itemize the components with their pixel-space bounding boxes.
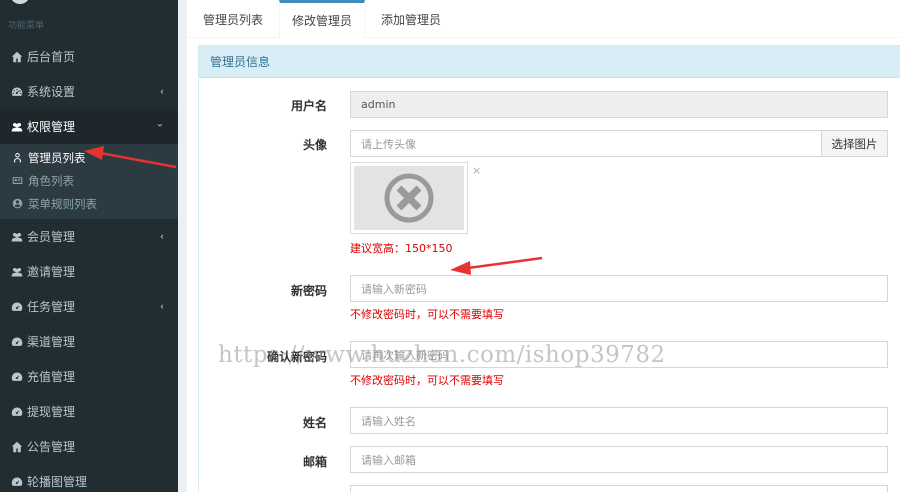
confirm-password-input[interactable]: 请再次输入新密码 xyxy=(350,341,888,368)
sidebar-item-label: 提现管理 xyxy=(27,405,76,419)
username-field[interactable]: admin xyxy=(350,91,888,118)
main-panel: 管理员列表 修改管理员 添加管理员 管理员信息 用户名 admin 头像 请上传… xyxy=(187,0,900,492)
email-label: 邮箱 xyxy=(302,455,327,469)
sidebar: 功能菜单 后台首页 系统设置 ‹ 权限管理 ⌄ 管理员列表 角色列表 菜单规则列… xyxy=(0,0,178,492)
sidebar-subitem-admin-list[interactable]: 管理员列表 xyxy=(0,146,178,169)
sidebar-item-label: 渠道管理 xyxy=(27,335,76,349)
name-placeholder: 请输入姓名 xyxy=(361,414,416,428)
avatar-thumbnail xyxy=(350,162,468,234)
sidebar-subitem-label: 菜单规则列表 xyxy=(28,196,97,211)
remove-avatar-icon[interactable]: × xyxy=(472,164,481,177)
choose-image-button[interactable]: 选择图片 xyxy=(821,130,888,157)
placeholder-image xyxy=(354,166,464,230)
sidebar-item-label: 邀请管理 xyxy=(27,265,76,279)
sidebar-subitem-menu-rules[interactable]: 菜单规则列表 xyxy=(0,192,178,215)
sidebar-item-tasks[interactable]: 任务管理 ‹ xyxy=(0,289,178,324)
new-password-label: 新密码 xyxy=(290,284,327,298)
chevron-left-icon: ‹ xyxy=(160,301,164,312)
admin-info-box: 管理员信息 用户名 admin 头像 请上传头像 选择图片 × 建议宽高：150… xyxy=(198,45,900,492)
avatar-size-hint: 建议宽高：150*150 xyxy=(350,242,453,255)
tab-admin-list[interactable]: 管理员列表 xyxy=(187,0,275,38)
chevron-left-icon: ‹ xyxy=(160,231,164,242)
users-icon xyxy=(10,120,24,134)
sidebar-subitem-label: 管理员列表 xyxy=(28,150,86,165)
sidebar-section-label: 功能菜单 xyxy=(8,21,45,31)
new-password-placeholder: 请输入新密码 xyxy=(361,282,427,296)
confirm-password-label: 确认新密码 xyxy=(266,350,327,364)
avatar-label: 头像 xyxy=(302,138,327,152)
tab-edit-admin[interactable]: 修改管理员 xyxy=(279,0,366,38)
user-outline-icon xyxy=(12,152,26,163)
sidebar-item-label: 后台首页 xyxy=(27,50,76,64)
dashboard-icon xyxy=(10,335,24,349)
sidebar-item-label: 任务管理 xyxy=(27,300,76,314)
box-title: 管理员信息 xyxy=(199,46,900,78)
dashboard-icon xyxy=(10,370,24,384)
sidebar-item-announcements[interactable]: 公告管理 xyxy=(0,429,178,464)
sidebar-menu: 后台首页 系统设置 ‹ 权限管理 ⌄ 管理员列表 角色列表 菜单规则列表 会员管… xyxy=(0,39,178,492)
chevron-down-icon: ⌄ xyxy=(155,118,164,130)
dashboard-icon xyxy=(10,300,24,314)
sidebar-item-invites[interactable]: 邀请管理 xyxy=(0,254,178,289)
sidebar-item-carousel[interactable]: 轮播图管理 xyxy=(0,464,178,492)
sidebar-item-label: 权限管理 xyxy=(27,120,76,134)
sidebar-item-label: 充值管理 xyxy=(27,370,76,384)
next-field-input[interactable] xyxy=(350,485,888,492)
sidebar-item-recharge[interactable]: 充值管理 xyxy=(0,359,178,394)
sidebar-item-members[interactable]: 会员管理 ‹ xyxy=(0,219,178,254)
sidebar-submenu-permissions: 管理员列表 角色列表 菜单规则列表 xyxy=(0,144,178,219)
broken-image-icon xyxy=(384,173,434,223)
sidebar-item-label: 轮播图管理 xyxy=(27,475,88,489)
chevron-left-icon: ‹ xyxy=(160,86,164,97)
sidebar-item-channels[interactable]: 渠道管理 xyxy=(0,324,178,359)
name-input[interactable]: 请输入姓名 xyxy=(350,407,888,434)
sidebar-item-label: 会员管理 xyxy=(27,230,76,244)
sidebar-item-system-settings[interactable]: 系统设置 ‹ xyxy=(0,74,178,109)
tab-bar: 管理员列表 修改管理员 添加管理员 xyxy=(187,0,900,38)
tab-add-admin[interactable]: 添加管理员 xyxy=(369,0,453,38)
logo-avatar xyxy=(10,0,30,4)
email-placeholder: 请输入邮箱 xyxy=(361,453,416,467)
id-card-icon xyxy=(12,175,26,186)
dashboard-icon xyxy=(10,405,24,419)
dashboard-icon xyxy=(10,85,24,99)
sidebar-item-withdraw[interactable]: 提现管理 xyxy=(0,394,178,429)
sidebar-item-home[interactable]: 后台首页 xyxy=(0,39,178,74)
confirm-password-hint: 不修改密码时，可以不需要填写 xyxy=(350,374,504,387)
sidebar-item-label: 系统设置 xyxy=(27,85,76,99)
name-label: 姓名 xyxy=(302,416,327,430)
users-icon xyxy=(10,265,24,279)
avatar-input[interactable]: 请上传头像 xyxy=(350,130,822,157)
username-label: 用户名 xyxy=(290,99,327,113)
dashboard-icon xyxy=(10,475,24,489)
sidebar-item-permissions[interactable]: 权限管理 ⌄ xyxy=(0,109,178,144)
content-area: 管理员列表 修改管理员 添加管理员 管理员信息 用户名 admin 头像 请上传… xyxy=(178,0,900,492)
sidebar-subitem-label: 角色列表 xyxy=(28,173,74,188)
home-icon xyxy=(10,440,24,454)
email-input[interactable]: 请输入邮箱 xyxy=(350,446,888,473)
user-circle-icon xyxy=(12,198,26,209)
avatar-placeholder: 请上传头像 xyxy=(361,137,416,151)
new-password-input[interactable]: 请输入新密码 xyxy=(350,275,888,302)
sidebar-subitem-role-list[interactable]: 角色列表 xyxy=(0,169,178,192)
users-icon xyxy=(10,230,24,244)
confirm-password-placeholder: 请再次输入新密码 xyxy=(361,348,449,362)
new-password-hint: 不修改密码时，可以不需要填写 xyxy=(350,308,504,321)
sidebar-item-label: 公告管理 xyxy=(27,440,76,454)
username-value: admin xyxy=(361,98,396,111)
home-icon xyxy=(10,50,24,64)
